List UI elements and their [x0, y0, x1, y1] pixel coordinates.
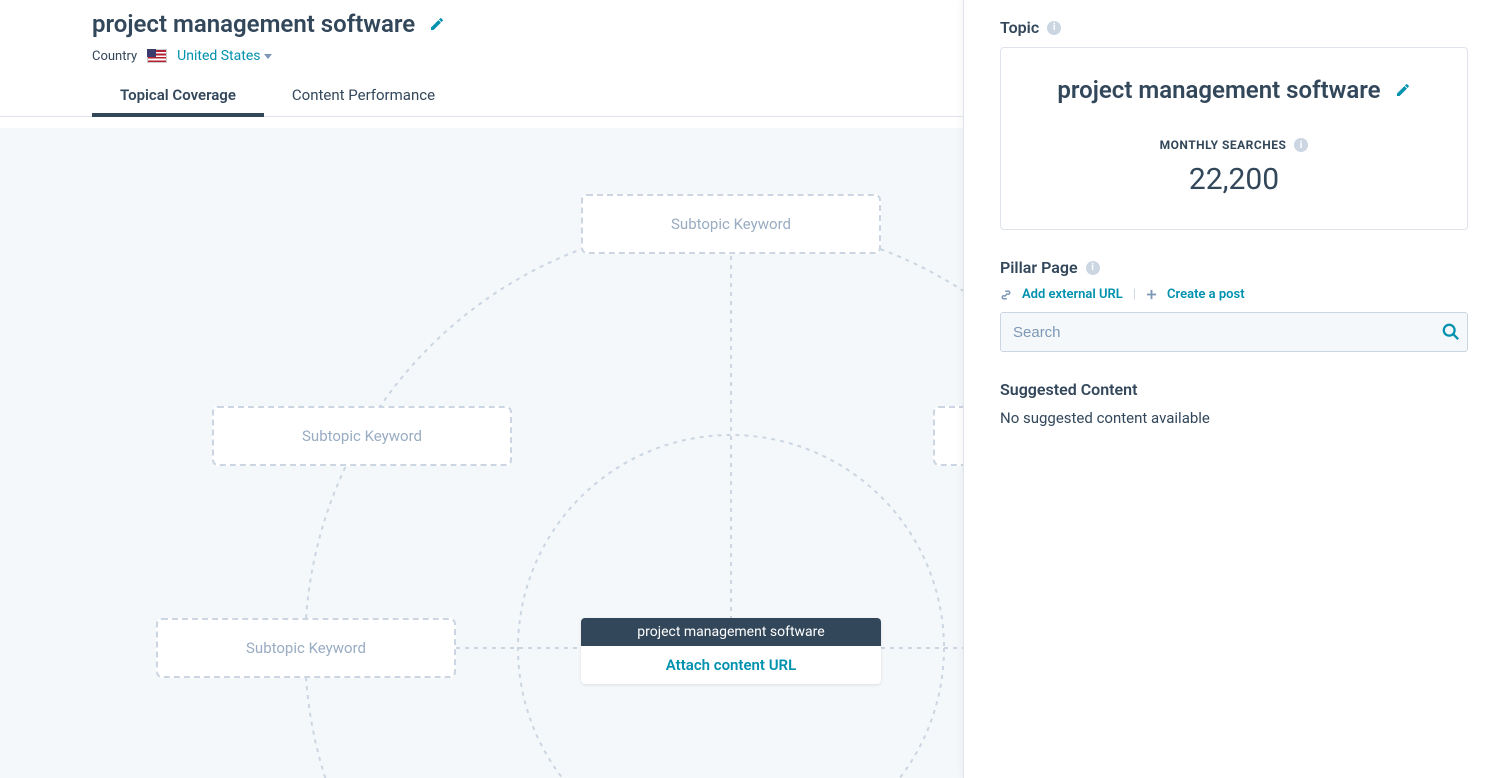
pillar-actions: Add external URL | Create a post: [1000, 287, 1468, 302]
page-title: project management software: [92, 10, 415, 38]
topic-title-row: project management software: [1021, 76, 1447, 104]
subtopic-placeholder: Subtopic Keyword: [302, 427, 422, 445]
topic-section-label: Topic i: [1000, 18, 1468, 37]
pillar-search-wrap: [1000, 312, 1468, 352]
info-icon[interactable]: i: [1086, 261, 1100, 275]
pillar-search-input[interactable]: [1000, 312, 1468, 352]
monthly-searches-label: MONTHLY SEARCHES i: [1160, 138, 1309, 152]
subtopic-placeholder: Subtopic Keyword: [671, 215, 791, 233]
topic-card-title: project management software: [1057, 76, 1380, 104]
pencil-icon[interactable]: [1395, 82, 1411, 98]
pillar-page-label: Pillar Page i: [1000, 258, 1468, 277]
attach-content-url-button[interactable]: Attach content URL: [581, 646, 881, 684]
subtopic-placeholder: Subtopic Keyword: [246, 639, 366, 657]
separator: |: [1133, 287, 1136, 302]
country-label: Country: [92, 49, 137, 64]
subtopic-node-3[interactable]: Subtopic Keyword: [156, 618, 456, 678]
subtopic-node-1[interactable]: Subtopic Keyword: [581, 194, 881, 254]
monthly-label-text: MONTHLY SEARCHES: [1160, 138, 1287, 152]
plus-icon: [1146, 289, 1157, 300]
monthly-searches-value: 22,200: [1021, 162, 1447, 197]
country-dropdown[interactable]: United States: [177, 48, 272, 64]
topic-card: project management software MONTHLY SEAR…: [1000, 47, 1468, 230]
topic-cluster-canvas[interactable]: Subtopic Keyword Subtopic Keyword Subtop…: [0, 128, 963, 778]
search-icon[interactable]: [1442, 323, 1460, 341]
tab-content-performance[interactable]: Content Performance: [264, 78, 463, 116]
center-topic-title: project management software: [581, 618, 881, 646]
center-topic-node: project management software Attach conte…: [581, 618, 881, 684]
side-panel: Topic i project management software MONT…: [963, 0, 1504, 778]
chevron-down-icon: [264, 54, 272, 59]
info-icon[interactable]: i: [1294, 138, 1308, 152]
us-flag-icon: [147, 49, 167, 63]
country-value-text: United States: [177, 48, 260, 64]
tab-topical-coverage[interactable]: Topical Coverage: [92, 78, 264, 116]
pencil-icon[interactable]: [429, 16, 445, 32]
subtopic-node-4[interactable]: Subtopic Keyword: [933, 406, 963, 466]
suggested-content-empty: No suggested content available: [1000, 409, 1468, 427]
main-area: project management software Country Unit…: [0, 0, 1504, 778]
suggested-content-heading: Suggested Content: [1000, 380, 1468, 399]
add-external-url[interactable]: Add external URL: [1022, 287, 1123, 302]
create-a-post[interactable]: Create a post: [1167, 287, 1245, 302]
topic-label-text: Topic: [1000, 18, 1039, 37]
info-icon[interactable]: i: [1047, 21, 1061, 35]
link-icon: [1000, 289, 1012, 301]
subtopic-node-2[interactable]: Subtopic Keyword: [212, 406, 512, 466]
pillar-label-text: Pillar Page: [1000, 258, 1078, 277]
